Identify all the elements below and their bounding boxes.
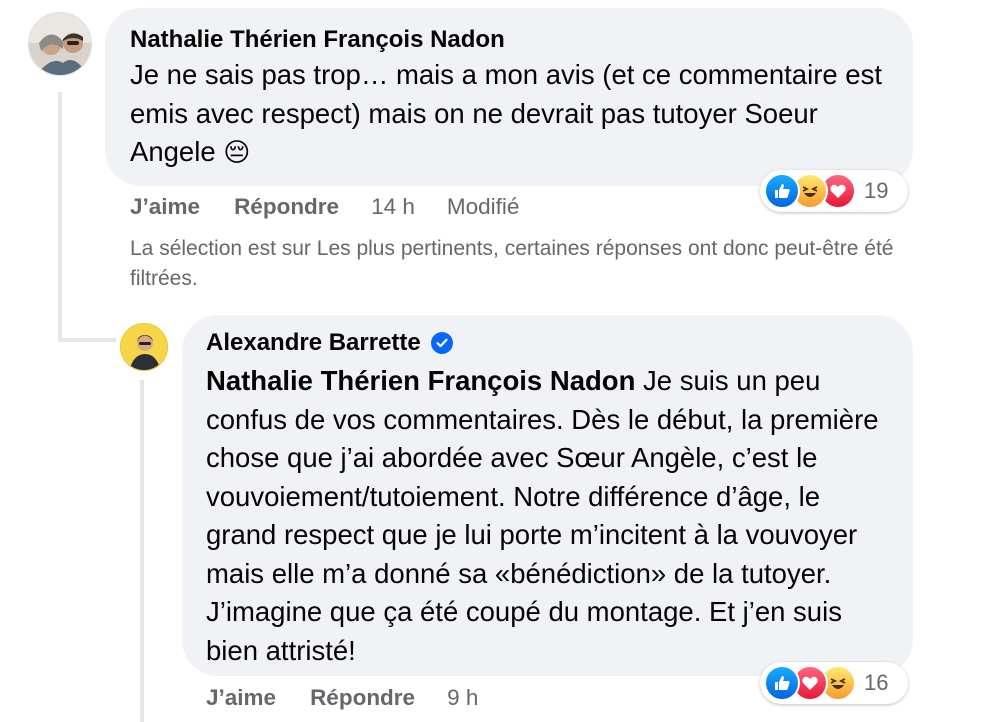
thread-line-reply <box>140 380 144 722</box>
reaction-count: 19 <box>864 178 889 203</box>
edited-label: Modifié <box>446 194 520 219</box>
pensive-emoji-icon: 😔 <box>223 138 251 168</box>
verified-badge-icon <box>430 332 453 354</box>
reply-text-alexandre: Nathalie Thérien François Nadon Je suis … <box>206 362 896 670</box>
avatar-photo-icon <box>29 13 91 75</box>
reply-author-alexandre[interactable]: Alexandre Barrette <box>206 329 453 357</box>
author-name[interactable]: Nathalie Thérien François Nadon <box>130 26 505 54</box>
comment-author-nathalie[interactable]: Nathalie Thérien François Nadon <box>130 26 505 54</box>
reply-actions-alexandre: J’aime Répondre 9 h <box>206 685 478 711</box>
reaction-summary-alexandre[interactable]: 16 <box>760 662 908 704</box>
filter-notice: La sélection est sur Les plus pertinents… <box>130 237 894 290</box>
avatar-alexandre[interactable] <box>120 323 168 371</box>
like-reaction-icon <box>764 665 800 701</box>
thread-line-elbow <box>58 338 116 342</box>
mention-link[interactable]: Nathalie Thérien François Nadon <box>206 365 635 396</box>
comment-timestamp[interactable]: 14 h <box>371 194 415 220</box>
thread-line-vertical <box>58 92 62 342</box>
reaction-count: 16 <box>864 670 889 695</box>
reply-button[interactable]: Répondre <box>234 194 339 220</box>
reply-text: Je suis un peu confus de vos commentaire… <box>206 365 879 666</box>
author-name[interactable]: Alexandre Barrette <box>206 329 421 357</box>
like-button[interactable]: J’aime <box>206 685 276 711</box>
comment-actions-nathalie: J’aime Répondre 14 h Modifié <box>130 194 519 220</box>
avatar-photo-icon <box>121 324 167 370</box>
reply-button[interactable]: Répondre <box>310 685 415 711</box>
like-button[interactable]: J’aime <box>130 194 200 220</box>
reply-timestamp[interactable]: 9 h <box>447 685 478 711</box>
reaction-summary-nathalie[interactable]: 19 <box>760 170 908 212</box>
like-reaction-icon <box>764 173 800 209</box>
comment-text-nathalie: Je ne sais pas trop… mais a mon avis (et… <box>130 56 900 173</box>
avatar-nathalie[interactable] <box>28 12 92 76</box>
